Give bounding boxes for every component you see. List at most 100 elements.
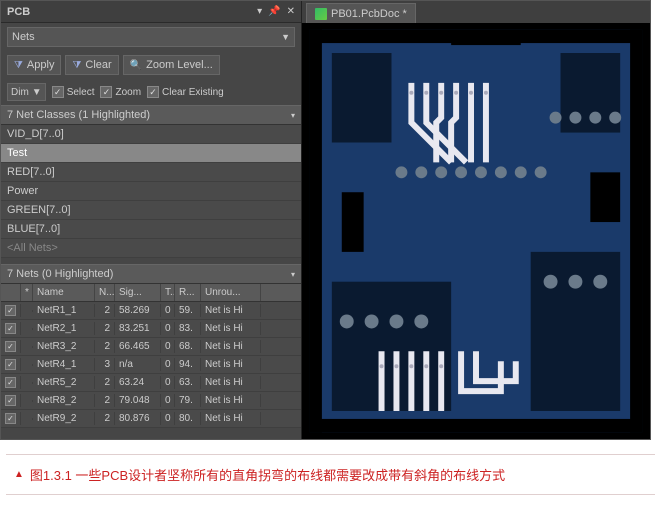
net-class-item[interactable]: Test	[1, 144, 301, 163]
row-checkbox[interactable]: ✓	[1, 322, 21, 335]
row-checkbox[interactable]: ✓	[1, 340, 21, 353]
cell-nodes: 2	[95, 412, 115, 425]
apply-button[interactable]: ⧩Apply	[7, 55, 61, 75]
cell-total: 0	[161, 376, 175, 389]
scope-dropdown-row: Nets ▼	[1, 23, 301, 51]
nets-table-body: ✓NetR1_1258.269059.Net is Hi✓NetR2_1283.…	[1, 302, 301, 428]
cell-signal: 66.465	[115, 340, 161, 353]
highlight-mode-dropdown[interactable]: Dim▼	[7, 83, 46, 101]
checkbox-icon: ✓	[52, 86, 64, 98]
cell-signal: 80.876	[115, 412, 161, 425]
row-checkbox[interactable]: ✓	[1, 358, 21, 371]
panel-header-icons: ▾ 📌 ✕	[257, 6, 295, 17]
panel-menu-icon[interactable]: ▾	[257, 6, 262, 17]
pcb-canvas[interactable]	[302, 23, 650, 439]
chevron-down-icon: ▼	[281, 32, 290, 42]
chevron-down-icon: ▼	[32, 87, 42, 98]
cell-total: 0	[161, 304, 175, 317]
net-classes-list: VID_D[7..0]TestRED[7..0]PowerGREEN[7..0]…	[1, 125, 301, 258]
col-check[interactable]	[1, 284, 21, 301]
col-node-count[interactable]: N...	[95, 284, 115, 301]
panel-header: PCB ▾ 📌 ✕	[1, 1, 301, 23]
col-signal-length[interactable]: Sig...	[115, 284, 161, 301]
cell-total: 0	[161, 340, 175, 353]
app-window: PCB ▾ 📌 ✕ Nets ▼ ⧩Apply ⧩Clear 🔍Zoom Lev…	[0, 0, 651, 440]
table-row[interactable]: ✓NetR5_2263.24063.Net is Hi	[1, 374, 301, 392]
row-checkbox[interactable]: ✓	[1, 304, 21, 317]
net-class-item[interactable]: GREEN[7..0]	[1, 201, 301, 220]
table-row[interactable]: ✓NetR4_13n/a094.Net is Hi	[1, 356, 301, 374]
funnel-icon: ⧩	[14, 60, 23, 71]
cell-routed: 94.	[175, 358, 201, 371]
select-checkbox[interactable]: ✓Select	[52, 86, 95, 98]
figure-caption: ▲ 图1.3.1 一些PCB设计者坚称所有的直角拐弯的布线都需要改成带有斜角的布…	[6, 454, 655, 495]
cell-nodes: 2	[95, 340, 115, 353]
chevron-down-icon: ▾	[291, 270, 295, 279]
cell-total: 0	[161, 322, 175, 335]
cell-nodes: 3	[95, 358, 115, 371]
net-class-item[interactable]: RED[7..0]	[1, 163, 301, 182]
zoom-level-button[interactable]: 🔍Zoom Level...	[123, 55, 220, 75]
table-row[interactable]: ✓NetR2_1283.251083.Net is Hi	[1, 320, 301, 338]
nets-table-header: * Name N... Sig... T... R... Unrou...	[1, 284, 301, 302]
clear-existing-checkbox[interactable]: ✓Clear Existing	[147, 86, 224, 98]
row-checkbox[interactable]: ✓	[1, 376, 21, 389]
cell-nodes: 2	[95, 304, 115, 317]
cell-name: NetR8_2	[33, 394, 95, 407]
document-tab-label: PB01.PcbDoc *	[331, 8, 407, 20]
table-row[interactable]: ✓NetR9_2280.876080.Net is Hi	[1, 410, 301, 428]
net-class-item[interactable]: Power	[1, 182, 301, 201]
cell-routed: 80.	[175, 412, 201, 425]
cell-total: 0	[161, 394, 175, 407]
cell-unrouted: Net is Hi	[201, 340, 261, 353]
col-unrouted[interactable]: Unrou...	[201, 284, 261, 301]
triangle-icon: ▲	[14, 469, 24, 480]
cell-routed: 63.	[175, 376, 201, 389]
cell-signal: 79.048	[115, 394, 161, 407]
scope-dropdown-value: Nets	[12, 31, 35, 43]
filter-button-row: ⧩Apply ⧩Clear 🔍Zoom Level...	[1, 51, 301, 79]
cell-nodes: 2	[95, 376, 115, 389]
cell-star	[21, 400, 33, 402]
col-name[interactable]: Name	[33, 284, 95, 301]
cell-unrouted: Net is Hi	[201, 412, 261, 425]
net-class-item[interactable]: VID_D[7..0]	[1, 125, 301, 144]
cell-routed: 68.	[175, 340, 201, 353]
table-row[interactable]: ✓ NetR3_2266.465068.Net is Hi	[1, 338, 301, 356]
close-icon[interactable]: ✕	[287, 6, 295, 17]
cell-name: NetR1_1	[33, 304, 95, 317]
panel-title: PCB	[7, 6, 257, 18]
cell-signal: 58.269	[115, 304, 161, 317]
row-checkbox[interactable]: ✓	[1, 412, 21, 425]
col-star[interactable]: *	[21, 284, 33, 301]
cell-signal: n/a	[115, 358, 161, 371]
cell-signal: 83.251	[115, 322, 161, 335]
col-total[interactable]: T...	[161, 284, 175, 301]
cell-nodes: 2	[95, 394, 115, 407]
scope-dropdown[interactable]: Nets ▼	[7, 27, 295, 47]
cell-unrouted: Net is Hi	[201, 304, 261, 317]
checkbox-icon: ✓	[147, 86, 159, 98]
cell-star	[21, 418, 33, 420]
col-routed[interactable]: R...	[175, 284, 201, 301]
net-class-item[interactable]: BLUE[7..0]	[1, 220, 301, 239]
table-row[interactable]: ✓NetR8_2279.048079.Net is Hi	[1, 392, 301, 410]
cell-total: 0	[161, 358, 175, 371]
nets-header[interactable]: 7 Nets (0 Highlighted) ▾	[1, 264, 301, 284]
document-viewer: PB01.PcbDoc *	[302, 1, 650, 439]
clear-button[interactable]: ⧩Clear	[65, 55, 118, 75]
cell-unrouted: Net is Hi	[201, 376, 261, 389]
net-classes-header[interactable]: 7 Net Classes (1 Highlighted) ▾	[1, 105, 301, 125]
zoom-checkbox[interactable]: ✓Zoom	[100, 86, 141, 98]
cell-unrouted: Net is Hi	[201, 358, 261, 371]
net-class-item[interactable]: <All Nets>	[1, 239, 301, 258]
pcb-doc-icon	[315, 8, 327, 20]
pin-icon[interactable]: 📌	[268, 6, 280, 17]
cell-total: 0	[161, 412, 175, 425]
net-classes-header-text: 7 Net Classes (1 Highlighted)	[7, 109, 150, 121]
document-tab[interactable]: PB01.PcbDoc *	[306, 3, 416, 23]
cell-star	[21, 346, 33, 348]
cell-name: NetR3_2	[33, 340, 95, 353]
row-checkbox[interactable]: ✓	[1, 394, 21, 407]
table-row[interactable]: ✓NetR1_1258.269059.Net is Hi	[1, 302, 301, 320]
